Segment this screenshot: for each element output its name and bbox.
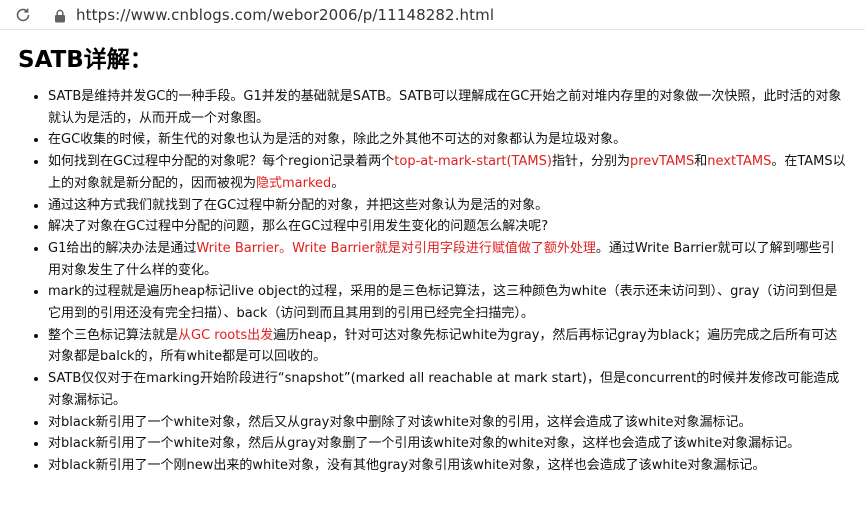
text-segment: SATB仅仅对于在marking开始阶段进行“snapshot”(marked …	[48, 371, 840, 408]
article-heading: SATB详解：	[18, 47, 153, 73]
list-item: SATB仅仅对于在marking开始阶段进行“snapshot”(marked …	[48, 368, 847, 411]
text-segment: SATB是维持并发GC的一种手段。G1并发的基础就是SATB。SATB可以理解成…	[48, 89, 842, 126]
reload-icon[interactable]	[14, 6, 32, 24]
text-segment: 对black新引用了一个white对象，然后从gray对象删了一个引用该whit…	[48, 436, 801, 452]
text-segment: 如何找到在GC过程中分配的对象呢？每个region记录着两个	[48, 154, 395, 170]
list-item: 在GC收集的时候，新生代的对象也认为是活的对象，除此之外其他不可达的对象都认为是…	[48, 129, 847, 151]
url-text[interactable]: https://www.cnblogs.com/webor2006/p/1114…	[76, 6, 494, 24]
highlighted-text: 隐式marked	[256, 175, 332, 191]
text-segment: 。	[331, 175, 345, 191]
list-item: 对black新引用了一个刚new出来的white对象，没有其他gray对象引用该…	[48, 455, 847, 477]
lock-icon	[54, 8, 66, 22]
list-item: G1给出的解决办法是通过Write Barrier。Write Barrier就…	[48, 238, 847, 281]
list-item: 对black新引用了一个white对象，然后从gray对象删了一个引用该whit…	[48, 433, 847, 455]
text-segment: 指针，分别为	[551, 154, 630, 170]
text-segment: 和	[694, 154, 708, 170]
highlighted-text: prevTAMS	[629, 154, 695, 170]
article-content: SATB详解： SATB是维持并发GC的一种手段。G1并发的基础就是SATB。S…	[0, 30, 865, 477]
list-item: 如何找到在GC过程中分配的对象呢？每个region记录着两个top-at-mar…	[48, 151, 847, 194]
text-segment: 解决了对象在GC过程中分配的问题，那么在GC过程中引用发生变化的问题怎么解决呢?	[48, 219, 549, 235]
text-segment: mark的过程就是遍历heap标记live object的过程，采用的是三色标记…	[48, 284, 838, 322]
text-segment: 在GC收集的时候，新生代的对象也认为是活的对象，除此之外其他不可达的对象都认为是…	[48, 132, 627, 148]
list-item: 解决了对象在GC过程中分配的问题，那么在GC过程中引用发生变化的问题怎么解决呢?	[48, 216, 847, 238]
text-segment: 通过这种方式我们就找到了在GC过程中新分配的对象，并把这些对象认为是活的对象。	[48, 197, 549, 213]
list-item: 整个三色标记算法就是从GC roots出发遍历heap，针对可达对象先标记whi…	[48, 325, 847, 368]
highlighted-text: Write Barrier。Write Barrier就是对引用字段进行赋值做了…	[196, 240, 596, 256]
list-item: mark的过程就是遍历heap标记live object的过程，采用的是三色标记…	[48, 281, 847, 324]
list-item: 通过这种方式我们就找到了在GC过程中新分配的对象，并把这些对象认为是活的对象。	[48, 195, 847, 217]
text-segment: 对black新引用了一个white对象，然后又从gray对象中删除了对该whit…	[48, 414, 752, 430]
text-segment: 整个三色标记算法就是	[48, 327, 179, 343]
highlighted-text: 从GC roots出发	[178, 327, 274, 343]
list-item: 对black新引用了一个white对象，然后又从gray对象中删除了对该whit…	[48, 412, 847, 434]
text-segment: 对black新引用了一个刚new出来的white对象，没有其他gray对象引用该…	[48, 457, 766, 473]
highlighted-text: top-at-mark-start(TAMS)	[394, 154, 552, 170]
list-item: SATB是维持并发GC的一种手段。G1并发的基础就是SATB。SATB可以理解成…	[48, 86, 847, 129]
bullet-list: SATB是维持并发GC的一种手段。G1并发的基础就是SATB。SATB可以理解成…	[18, 86, 847, 477]
browser-address-bar: https://www.cnblogs.com/webor2006/p/1114…	[0, 0, 865, 30]
text-segment: G1给出的解决办法是通过	[48, 240, 197, 256]
highlighted-text: nextTAMS	[707, 154, 772, 170]
